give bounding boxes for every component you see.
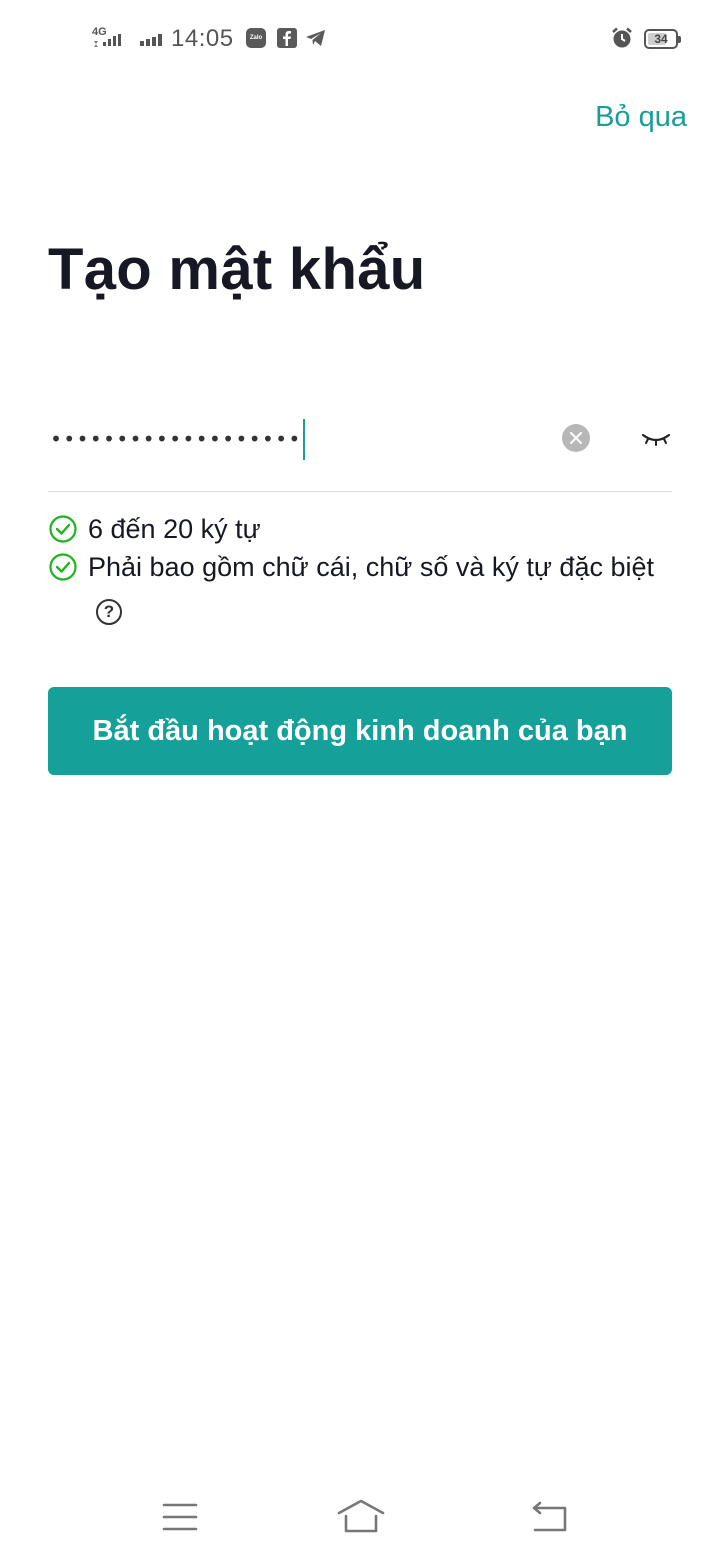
status-bar: 4G 14:05 Zalo 34	[0, 0, 720, 78]
rule-text: 6 đến 20 ký tự	[88, 514, 261, 544]
signal-icon	[140, 34, 162, 46]
back-icon[interactable]	[529, 1500, 569, 1534]
password-masked-value: •••••••••••••••••••	[50, 427, 302, 451]
home-icon[interactable]	[336, 1498, 386, 1534]
alarm-icon	[612, 27, 632, 48]
signal-icon	[94, 34, 121, 47]
clear-icon[interactable]	[562, 424, 590, 452]
rule-length: 6 đến 20 ký tự	[48, 510, 678, 548]
clock: 14:05	[171, 25, 234, 52]
battery-icon: 34	[644, 29, 681, 49]
password-field[interactable]: •••••••••••••••••••	[48, 405, 672, 492]
help-icon[interactable]: ?	[96, 599, 122, 625]
rule-text: Phải bao gồm chữ cái, chữ số và ký tự đặ…	[88, 552, 654, 582]
eye-closed-icon[interactable]	[638, 429, 674, 449]
rule-composition: Phải bao gồm chữ cái, chữ số và ký tự đặ…	[48, 548, 678, 625]
telegram-icon	[305, 28, 325, 48]
battery-level: 34	[654, 32, 668, 46]
page-title: Tạo mật khẩu	[48, 237, 426, 302]
check-circle-icon	[49, 553, 77, 581]
check-circle-icon	[49, 515, 77, 543]
create-password-screen: 4G 14:05 Zalo 34 Bỏ qua Tạo mật khẩu •••…	[0, 0, 720, 1560]
network-indicator: 4G	[92, 26, 124, 49]
facebook-icon	[277, 28, 297, 48]
start-business-button[interactable]: Bắt đầu hoạt động kinh doanh của bạn	[48, 687, 672, 775]
menu-icon[interactable]	[162, 1502, 198, 1532]
password-input[interactable]: •••••••••••••••••••	[50, 418, 305, 460]
skip-button[interactable]: Bỏ qua	[595, 101, 687, 134]
system-nav-bar	[0, 1480, 720, 1560]
text-caret	[302, 418, 305, 460]
zalo-icon: Zalo	[246, 28, 266, 48]
password-rules: 6 đến 20 ký tự Phải bao gồm chữ cái, chữ…	[48, 510, 678, 625]
